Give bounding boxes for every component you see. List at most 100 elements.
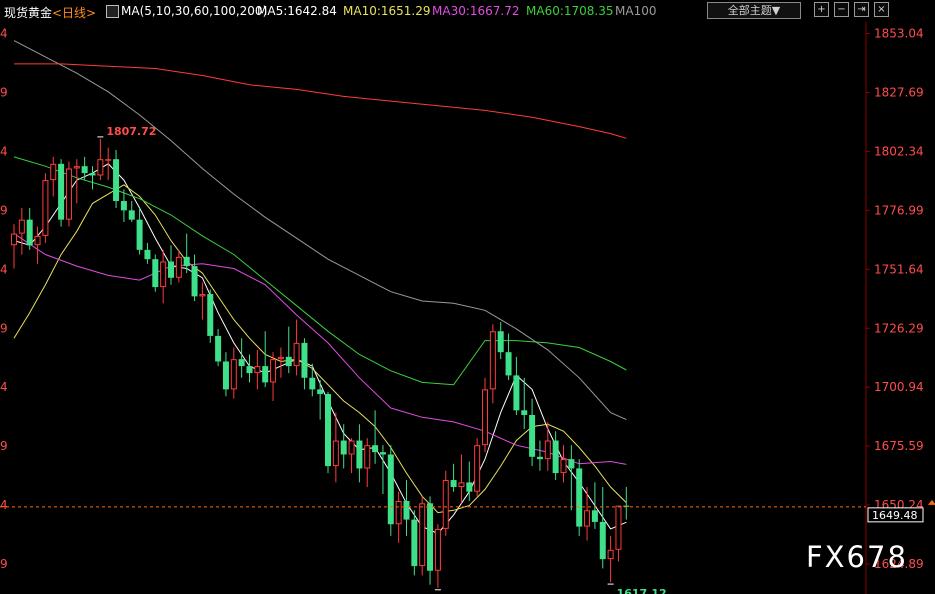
candle[interactable]: [168, 245, 174, 285]
candle-body-down: [152, 259, 159, 288]
ma-params[interactable]: MA(5,10,30,60,100,200): [121, 4, 267, 18]
candle[interactable]: [183, 233, 190, 274]
left-tick-label: 4: [0, 262, 8, 276]
candle[interactable]: [207, 289, 214, 343]
current-price-label: 1649.48: [872, 509, 918, 522]
candle[interactable]: [529, 398, 536, 467]
candle[interactable]: [246, 354, 253, 383]
candle[interactable]: [73, 159, 80, 204]
candle[interactable]: [254, 349, 261, 390]
candle[interactable]: [113, 149, 120, 209]
candle[interactable]: [199, 282, 206, 320]
candle[interactable]: [419, 496, 426, 576]
instrument-title[interactable]: 现货黄金: [4, 4, 52, 21]
close-icon[interactable]: ×: [874, 2, 889, 17]
candle[interactable]: [372, 410, 379, 464]
candle[interactable]: [615, 505, 622, 562]
candlesticks[interactable]: [11, 138, 630, 588]
candle[interactable]: [144, 242, 151, 264]
candle-body-up: [607, 549, 614, 560]
candle-body-up: [199, 294, 206, 297]
candle[interactable]: [191, 254, 198, 302]
candle[interactable]: [222, 352, 229, 397]
candle[interactable]: [379, 445, 386, 495]
candle[interactable]: [497, 321, 504, 360]
candle[interactable]: [387, 445, 394, 536]
candle[interactable]: [591, 482, 598, 529]
candle[interactable]: [277, 347, 284, 378]
candle-body-down: [521, 410, 528, 415]
candle[interactable]: [513, 356, 520, 415]
candle[interactable]: [458, 454, 465, 504]
candle[interactable]: [544, 421, 551, 471]
candle-body-down: [576, 468, 583, 527]
candle[interactable]: [576, 459, 583, 536]
candle[interactable]: [395, 491, 402, 543]
candle[interactable]: [301, 338, 308, 390]
candle[interactable]: [65, 161, 72, 227]
candle[interactable]: [340, 424, 347, 469]
candle[interactable]: [215, 328, 222, 367]
candle[interactable]: [332, 412, 339, 483]
candle[interactable]: [270, 352, 277, 402]
candle[interactable]: [293, 319, 300, 376]
candle-body-down: [427, 503, 434, 571]
candle[interactable]: [136, 208, 143, 255]
candle[interactable]: [50, 156, 57, 197]
candle-body-up: [474, 445, 481, 492]
left-tick-label: 4: [0, 27, 8, 41]
zoom-out-icon[interactable]: −: [834, 2, 849, 17]
candle[interactable]: [584, 487, 591, 541]
candle[interactable]: [120, 189, 127, 222]
candle[interactable]: [427, 496, 434, 585]
candle[interactable]: [356, 424, 363, 483]
candle[interactable]: [560, 445, 567, 483]
candle[interactable]: [42, 173, 49, 243]
candle[interactable]: [434, 524, 441, 588]
candle[interactable]: [489, 324, 496, 404]
candle[interactable]: [97, 138, 104, 181]
candle[interactable]: [403, 480, 410, 536]
candle-body-up: [584, 510, 591, 527]
ma60-value: MA60:1708.35: [526, 4, 614, 18]
candle[interactable]: [309, 363, 316, 397]
candle[interactable]: [482, 377, 488, 453]
candle[interactable]: [230, 347, 237, 399]
candle[interactable]: [552, 431, 559, 481]
candle[interactable]: [262, 331, 269, 388]
candle[interactable]: [450, 463, 457, 492]
price-chart[interactable]: 4949494949 1807.721614.671617.12 1853.04…: [0, 0, 935, 594]
ma-line-ma60: [13, 156, 627, 386]
candle[interactable]: [442, 470, 449, 536]
candle[interactable]: [411, 510, 418, 576]
period-label[interactable]: <日线>: [52, 4, 96, 21]
theme-dropdown-button[interactable]: 全部主题▼: [707, 2, 801, 19]
candle[interactable]: [568, 445, 575, 511]
candle[interactable]: [160, 249, 167, 304]
candle[interactable]: [536, 440, 543, 471]
candle[interactable]: [348, 438, 355, 474]
candle[interactable]: [26, 208, 33, 250]
candle[interactable]: [81, 156, 88, 181]
candle[interactable]: [285, 326, 292, 374]
candle[interactable]: [18, 208, 25, 255]
candle[interactable]: [599, 487, 606, 569]
candle[interactable]: [34, 226, 41, 264]
candle[interactable]: [105, 147, 112, 181]
candle[interactable]: [152, 254, 159, 292]
candle[interactable]: [325, 391, 331, 474]
candle-body-down: [379, 452, 386, 455]
candle[interactable]: [607, 535, 614, 583]
zoom-in-icon[interactable]: +: [814, 2, 829, 17]
candle[interactable]: [521, 377, 528, 429]
candle[interactable]: [317, 380, 324, 420]
expand-icon[interactable]: ⇥: [854, 2, 869, 17]
candle[interactable]: [11, 224, 17, 269]
candle[interactable]: [89, 166, 96, 190]
candle[interactable]: [128, 201, 135, 222]
candle[interactable]: [364, 438, 371, 488]
candle[interactable]: [58, 159, 65, 227]
candle[interactable]: [623, 487, 630, 520]
candle[interactable]: [175, 249, 182, 283]
candle[interactable]: [474, 438, 481, 497]
